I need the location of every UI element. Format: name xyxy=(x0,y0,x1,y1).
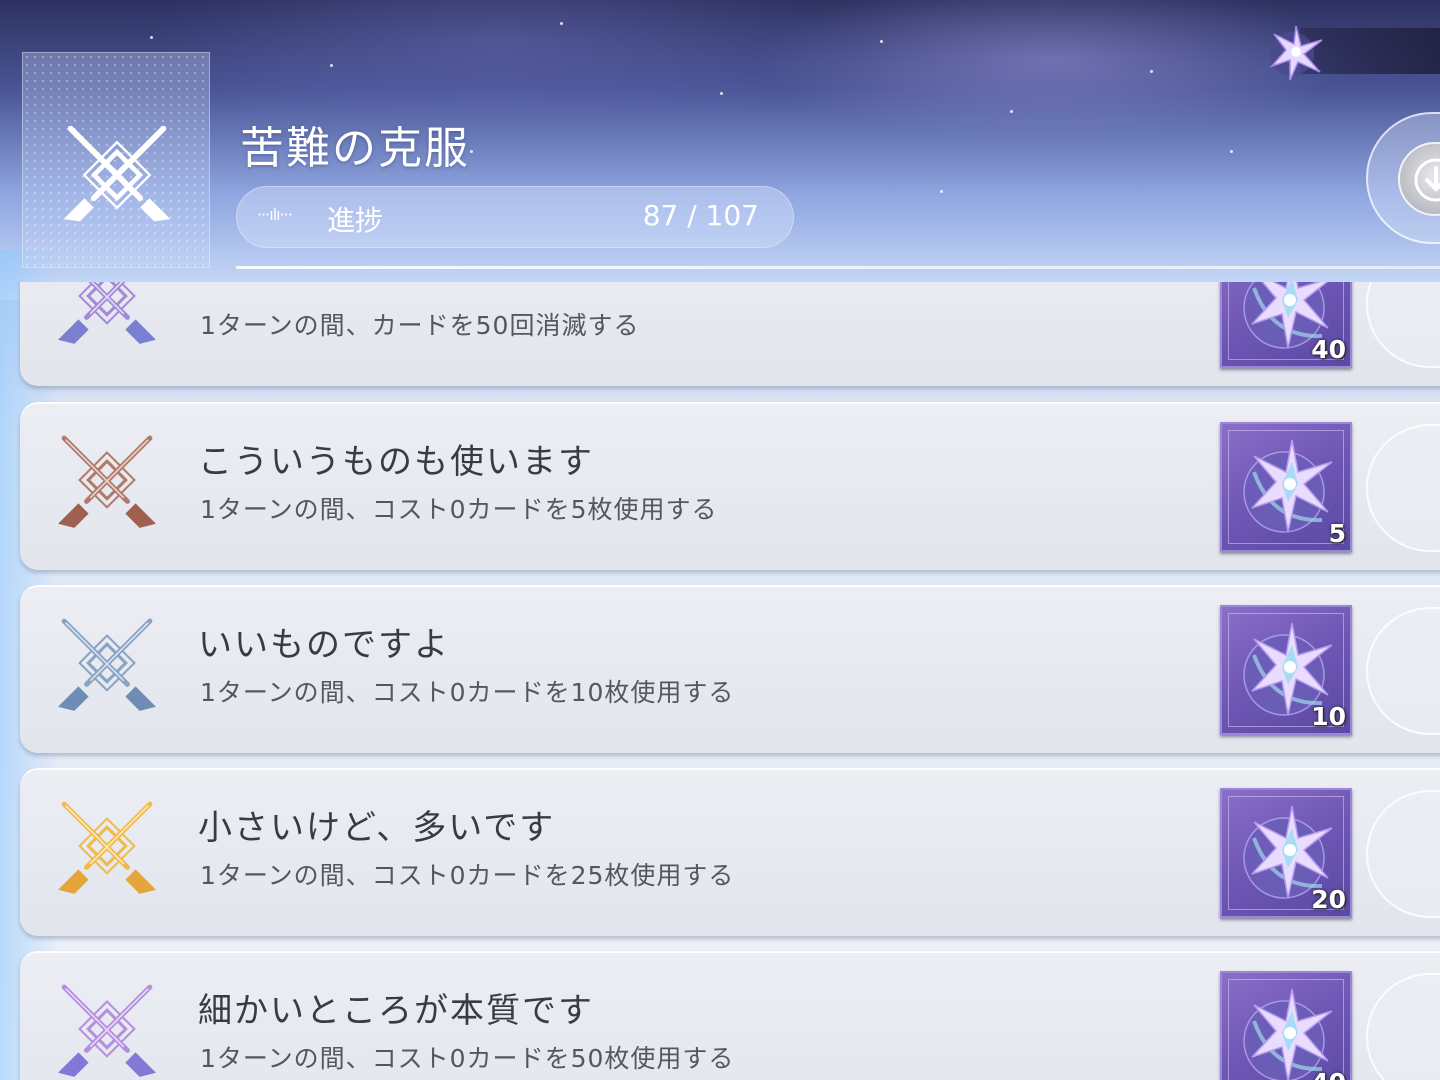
star xyxy=(150,36,153,39)
achievement-card[interactable]: 小さいけど、多いです 1ターンの間、コスト0カードを25枚使用する 20 xyxy=(20,768,1440,936)
header-divider xyxy=(236,266,1440,269)
star xyxy=(560,22,563,25)
achievement-title: こういうものも使います xyxy=(198,442,594,482)
page-title: 苦難の克服 xyxy=(240,123,470,174)
reward-item[interactable]: 40 xyxy=(1220,282,1352,368)
crossed-swords-icon xyxy=(63,125,171,222)
star-crystal-icon xyxy=(1243,988,1333,1080)
claim-button[interactable] xyxy=(1366,973,1440,1080)
achievement-title: 小さいけど、多いです xyxy=(198,808,556,848)
progress-label: 進捗 xyxy=(327,204,384,237)
star xyxy=(1230,150,1233,153)
claim-button[interactable] xyxy=(1366,607,1440,735)
progress-value: 87 / 107 xyxy=(642,199,759,232)
reward-count: 10 xyxy=(1311,702,1346,731)
achievement-description: 1ターンの間、コスト0カードを5枚使用する xyxy=(200,495,718,524)
crossed-swords-icon xyxy=(58,984,156,1077)
star xyxy=(1150,70,1153,73)
achievement-title: いいものですよ xyxy=(198,625,450,665)
starry-sky-background xyxy=(0,0,1440,300)
crossed-swords-icon xyxy=(58,435,156,528)
reward-item[interactable]: 5 xyxy=(1220,422,1352,552)
category-icon-box xyxy=(22,52,210,268)
claim-button[interactable] xyxy=(1366,790,1440,918)
collect-inner xyxy=(1398,142,1440,216)
achievement-description: 1ターンの間、コスト0カードを10枚使用する xyxy=(200,678,735,707)
download-arrow-icon xyxy=(1414,158,1440,202)
reward-count: 40 xyxy=(1311,335,1346,364)
reward-count: 40 xyxy=(1311,1068,1346,1080)
star xyxy=(880,40,883,43)
reward-count: 20 xyxy=(1311,885,1346,914)
crossed-swords-icon xyxy=(58,801,156,894)
reward-count: 5 xyxy=(1328,519,1346,548)
star-crystal-icon xyxy=(1269,25,1323,81)
star xyxy=(940,190,943,193)
achievement-card[interactable]: 細かいところが本質です 1ターンの間、コスト0カードを50枚使用する 40 xyxy=(20,951,1440,1080)
crossed-swords-icon xyxy=(58,282,156,344)
achievement-description: 1ターンの間、コスト0カードを50枚使用する xyxy=(200,1044,735,1073)
reward-item[interactable]: 20 xyxy=(1220,788,1352,918)
reward-item[interactable]: 40 xyxy=(1220,971,1352,1080)
claim-button[interactable] xyxy=(1366,424,1440,552)
reward-item[interactable]: 10 xyxy=(1220,605,1352,735)
crossed-swords-icon xyxy=(58,618,156,711)
achievement-card[interactable]: 1ターンの間、カードを50回消滅する 40 xyxy=(20,282,1440,386)
achievement-description: 1ターンの間、カードを50回消滅する xyxy=(200,311,640,340)
claim-button[interactable] xyxy=(1366,282,1440,368)
progress-pill: ···ılı··· 進捗 87 / 107 xyxy=(236,186,794,248)
achievement-list[interactable]: 1ターンの間、カードを50回消滅する 40 こういうものも使います 1ターンの間… xyxy=(0,282,1440,1080)
achievement-card[interactable]: いいものですよ 1ターンの間、コスト0カードを10枚使用する 10 xyxy=(20,585,1440,753)
star xyxy=(470,150,473,153)
star xyxy=(1010,110,1013,113)
achievement-card[interactable]: こういうものも使います 1ターンの間、コスト0カードを5枚使用する 5 xyxy=(20,402,1440,570)
star-crystal-icon xyxy=(1243,439,1333,533)
achievement-description: 1ターンの間、コスト0カードを25枚使用する xyxy=(200,861,735,890)
achievement-title: 細かいところが本質です xyxy=(198,991,594,1031)
progress-waveform-icon: ···ılı··· xyxy=(257,205,293,224)
star xyxy=(330,64,333,67)
star xyxy=(720,92,723,95)
